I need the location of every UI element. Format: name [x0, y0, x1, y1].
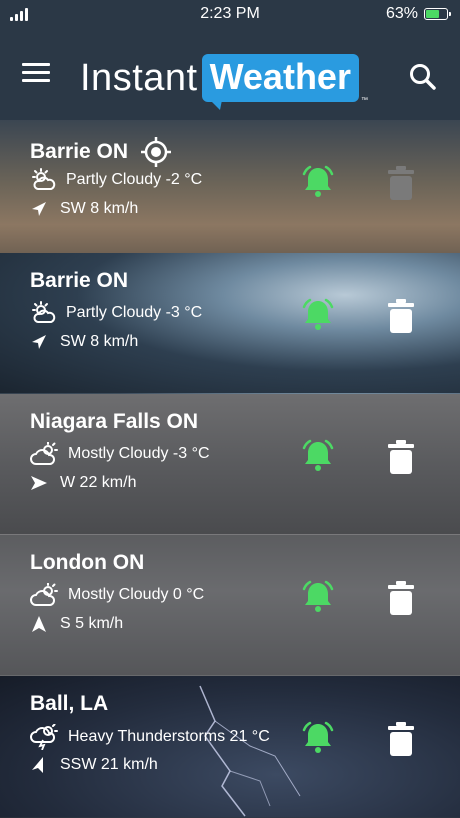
delete-button[interactable] [386, 165, 416, 201]
alarm-toggle[interactable] [298, 295, 338, 335]
menu-button[interactable] [22, 63, 50, 85]
delete-button[interactable] [386, 439, 416, 475]
wind-direction-icon [32, 616, 46, 632]
wind-text: S 5 km/h [60, 615, 124, 632]
status-bar: 2:23 PM 63% [0, 0, 460, 28]
wind-direction-icon [31, 476, 47, 490]
hamburger-icon [22, 63, 50, 66]
location-card[interactable]: Barrie ON Partly Cloudy -3 °C SW 8 km/h [0, 253, 460, 394]
wind-direction-icon [32, 335, 46, 349]
app-logo: Instant Weather ™ [80, 52, 368, 110]
thunderstorm-icon [30, 724, 58, 750]
wind-text: SW 8 km/h [60, 200, 139, 217]
condition-text: Partly Cloudy -3 °C [66, 304, 203, 321]
alarm-toggle[interactable] [298, 577, 338, 617]
trash-icon [388, 440, 414, 474]
delete-button[interactable] [386, 298, 416, 334]
delete-button[interactable] [386, 721, 416, 757]
logo-weather: Weather [201, 54, 359, 110]
bell-icon [302, 721, 334, 753]
trash-icon [388, 581, 414, 615]
condition-text: Mostly Cloudy 0 °C [68, 586, 205, 603]
alarm-toggle[interactable] [298, 436, 338, 476]
location-card[interactable]: Ball, LA Heavy Thunderstorms 21 °C SSW 2… [0, 676, 460, 818]
bell-icon [302, 298, 334, 330]
battery-icon [424, 8, 451, 20]
app-header: Instant Weather ™ [0, 28, 460, 120]
current-location-icon [141, 137, 172, 167]
alarm-toggle[interactable] [298, 162, 338, 202]
trash-icon [388, 299, 414, 333]
location-card[interactable]: Niagara Falls ON Mostly Cloudy -3 °C W 2… [0, 394, 460, 535]
trash-icon [388, 166, 414, 200]
location-card[interactable]: London ON Mostly Cloudy 0 °C S 5 km/h [0, 535, 460, 676]
city-name: Barrie ON [30, 269, 129, 292]
bell-icon [302, 439, 334, 471]
wind-text: W 22 km/h [60, 474, 137, 491]
partly-cloudy-icon [32, 301, 56, 323]
location-card[interactable]: Barrie ON Partly Cloudy -2 °C SW 8 km/h [0, 120, 460, 261]
mostly-cloudy-icon [30, 583, 58, 606]
city-name: Niagara Falls ON [30, 410, 199, 433]
mostly-cloudy-icon [30, 442, 58, 465]
bell-icon [302, 165, 334, 197]
wind-text: SSW 21 km/h [60, 756, 158, 773]
condition-text: Mostly Cloudy -3 °C [68, 445, 210, 462]
wind-direction-icon [32, 202, 46, 216]
logo-trademark: ™ [360, 97, 368, 104]
city-name: London ON [30, 551, 145, 574]
bell-icon [302, 580, 334, 612]
battery-percent: 63% [385, 5, 418, 22]
wind-direction-icon [32, 757, 43, 773]
search-icon [410, 64, 436, 90]
alarm-toggle[interactable] [298, 718, 338, 758]
city-name: Ball, LA [30, 692, 109, 715]
search-button[interactable] [408, 62, 438, 92]
condition-text: Heavy Thunderstorms 21 °C [68, 728, 270, 745]
wind-text: SW 8 km/h [60, 333, 139, 350]
trash-icon [388, 722, 414, 756]
delete-button[interactable] [386, 580, 416, 616]
partly-cloudy-icon [32, 168, 56, 190]
condition-text: Partly Cloudy -2 °C [66, 171, 203, 188]
logo-instant: Instant [80, 56, 198, 99]
city-name: Barrie ON [30, 140, 129, 163]
